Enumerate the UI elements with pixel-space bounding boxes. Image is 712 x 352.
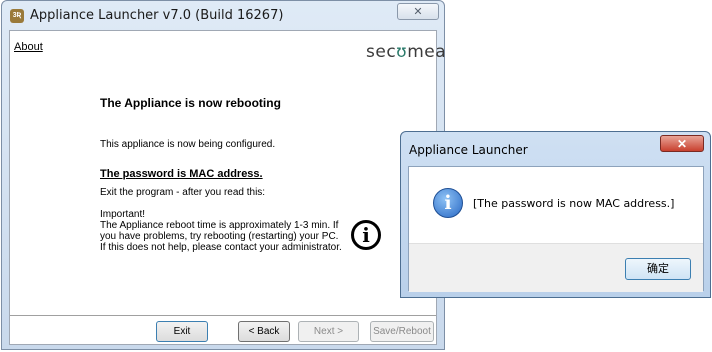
logo-text-pre: sec <box>366 42 397 62</box>
save-reboot-button[interactable]: Save/Reboot <box>370 321 434 342</box>
ok-button[interactable]: 确定 <box>625 258 691 280</box>
important-notice: Important! The Appliance reboot time is … <box>100 209 342 253</box>
dialog-close-button[interactable]: ✕ <box>660 135 704 152</box>
close-icon: ✕ <box>413 6 423 18</box>
info-icon: i <box>433 188 463 218</box>
configured-text: This appliance is now being configured. <box>100 139 276 150</box>
exit-instruction: Exit the program - after you read this: <box>100 187 266 198</box>
about-link[interactable]: About <box>14 41 43 53</box>
dialog-content: i [The password is now MAC address.] 确定 <box>408 166 704 292</box>
divider <box>10 315 436 317</box>
logo-text-post: mea <box>407 42 447 62</box>
dialog-footer: 确定 <box>409 243 703 292</box>
password-notice: The password is MAC address. <box>100 168 263 180</box>
window-content: About secʊmea The Appliance is now reboo… <box>9 30 446 345</box>
info-icon: i <box>351 220 381 250</box>
secomea-logo: secʊmea <box>366 42 446 62</box>
page-title: The Appliance is now rebooting <box>100 96 281 110</box>
back-button[interactable]: < Back <box>238 321 290 342</box>
message-dialog: Appliance Launcher ✕ i [The password is … <box>400 131 711 298</box>
close-button[interactable]: ✕ <box>397 3 439 20</box>
dialog-message: [The password is now MAC address.] <box>473 197 675 210</box>
exit-button[interactable]: Exit <box>156 321 208 342</box>
window-title: Appliance Launcher v7.0 (Build 16267) <box>30 8 284 23</box>
title-bar[interactable]: 3Ʀ Appliance Launcher v7.0 (Build 16267)… <box>2 1 444 29</box>
close-icon: ✕ <box>676 137 688 151</box>
next-button[interactable]: Next > <box>298 321 359 342</box>
logo-text-mid: ʊ <box>396 42 408 62</box>
dialog-title: Appliance Launcher <box>409 143 528 157</box>
appliance-launcher-window: 3Ʀ Appliance Launcher v7.0 (Build 16267)… <box>1 0 446 350</box>
app-icon: 3Ʀ <box>10 9 24 23</box>
